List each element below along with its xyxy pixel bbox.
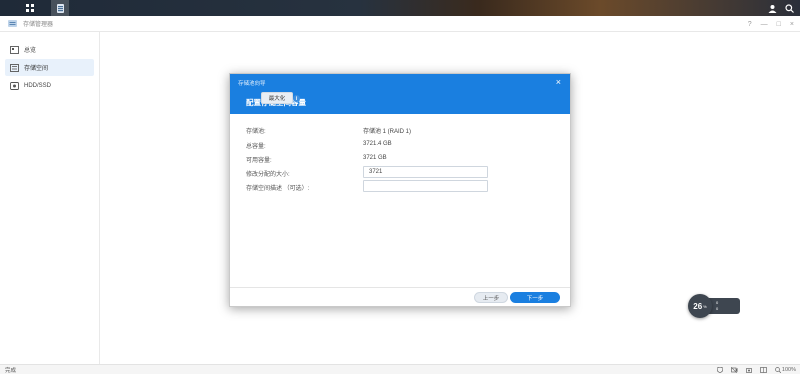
taskbar-app-storage-manager[interactable] [51, 0, 69, 16]
status-text: 完成 [5, 367, 17, 374]
window-titlebar: 存储管理器 ? — □ × [0, 16, 800, 32]
storage-manager-icon [56, 3, 64, 13]
widget-unit: % [703, 303, 707, 309]
drive-icon [10, 81, 19, 90]
grid-view-icon[interactable] [760, 367, 767, 373]
window-controls: ? — □ × [748, 16, 794, 32]
statusbar: 完成 100% [0, 364, 800, 374]
widget-line-2: 0 [716, 306, 719, 311]
field-label-pool: 存储池: [246, 129, 266, 135]
zoom-control[interactable]: 100% [775, 367, 796, 373]
dialog-close-button[interactable]: × [556, 77, 561, 87]
widget-value: 26 [693, 301, 703, 311]
sidebar-item-hdd-ssd[interactable]: HDD/SSD [5, 77, 94, 94]
field-label-size: 修改分配的大小: [246, 172, 290, 178]
dialog-app-title: 存储池向导 [238, 81, 266, 87]
camera-off-icon[interactable] [730, 367, 738, 373]
storage-icon [10, 63, 19, 72]
description-input[interactable] [363, 180, 488, 192]
overview-icon [10, 45, 19, 54]
widget-percent: 26% [688, 294, 712, 318]
storage-manager-app-icon [8, 20, 17, 27]
field-label-description: 存储空间描述 （可选）: [246, 186, 310, 192]
field-label-available: 可用容量: [246, 158, 272, 164]
info-icon[interactable]: i [293, 95, 300, 102]
field-value-pool: 存储池 1 (RAID 1) [363, 129, 412, 135]
window-title: 存储管理器 [23, 22, 54, 28]
taskbar-tray [768, 0, 794, 16]
resource-monitor-widget[interactable]: 0 0 26% [688, 294, 740, 318]
sidebar-item-overview[interactable]: 总览 [5, 41, 94, 58]
main-menu-button[interactable] [21, 0, 39, 16]
sidebar-item-label: 总览 [24, 48, 37, 54]
help-button[interactable]: ? [748, 21, 752, 28]
sidebar-item-label: HDD/SSD [24, 82, 52, 89]
taskbar [0, 0, 800, 16]
prev-button[interactable]: 上一步 [474, 292, 508, 303]
maximize-size-button[interactable]: 最大化 [261, 92, 293, 104]
grid-icon [26, 4, 34, 12]
field-value-available: 3721 GB [363, 155, 387, 161]
sidebar-item-storage[interactable]: 存储空间 [5, 59, 94, 76]
field-value-total: 3721.4 GB [363, 141, 392, 147]
screenshot-icon[interactable] [746, 367, 752, 373]
next-button[interactable]: 下一步 [510, 292, 560, 303]
zoom-level: 100% [781, 367, 796, 373]
dialog-body: 存储池: 存储池 1 (RAID 1) 总容量: 3721.4 GB 可用容量:… [230, 114, 570, 288]
maximize-button[interactable]: □ [777, 21, 781, 28]
user-icon[interactable] [768, 4, 777, 13]
sidebar: 总览 存储空间 HDD/SSD [0, 32, 100, 364]
zoom-icon [775, 367, 781, 373]
size-input[interactable]: 3721 [363, 166, 488, 178]
shield-icon[interactable] [716, 367, 723, 373]
close-window-button[interactable]: × [790, 21, 794, 28]
storage-wizard-dialog: 存储池向导 配置存储空间容量 × 存储池: 存储池 1 (RAID 1) 总容量… [229, 73, 571, 307]
search-icon[interactable] [785, 3, 794, 13]
minimize-button[interactable]: — [761, 21, 768, 28]
field-label-total: 总容量: [246, 144, 266, 150]
status-tray: 100% [716, 365, 796, 374]
sidebar-item-label: 存储空间 [24, 66, 49, 72]
